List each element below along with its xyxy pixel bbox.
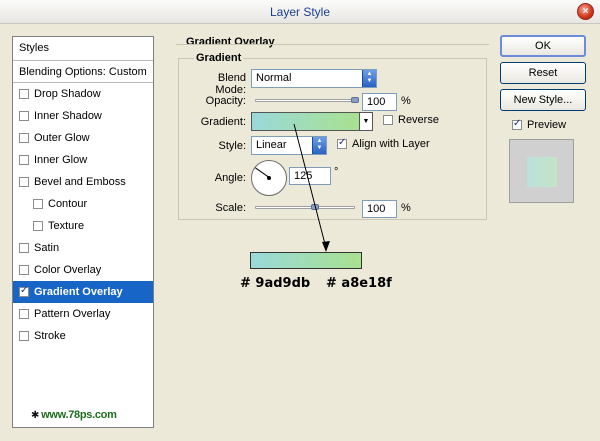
new-style-button[interactable]: New Style... (500, 89, 586, 111)
ok-button[interactable]: OK (500, 35, 586, 57)
preview-checkbox[interactable]: Preview (512, 118, 567, 131)
start-color-label: # 9ad9db (240, 276, 311, 291)
gradient-preview-bar (250, 252, 362, 269)
checkbox-icon (512, 118, 522, 130)
reset-button[interactable]: Reset (500, 62, 586, 84)
preview-swatch (527, 157, 557, 187)
style-preview-thumbnail (509, 139, 574, 203)
preview-label: Preview (527, 119, 567, 131)
end-color-label: # a8e18f (326, 276, 392, 291)
